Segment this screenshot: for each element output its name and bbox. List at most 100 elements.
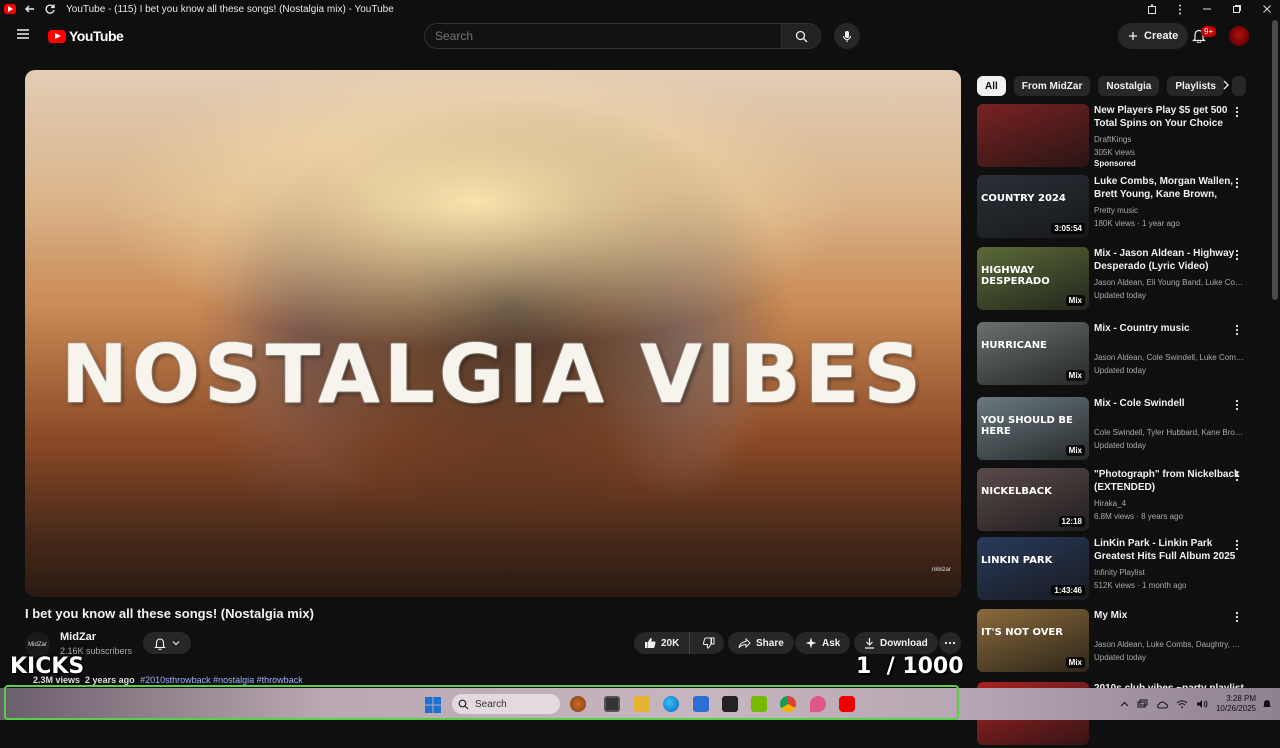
- recommendation-thumbnail[interactable]: IT'S NOT OVER Mix: [977, 609, 1089, 672]
- store-icon[interactable]: [693, 696, 709, 712]
- recommendation-thumbnail[interactable]: HIGHWAY DESPERADO Mix: [977, 247, 1089, 310]
- edge-browser-icon[interactable]: [663, 696, 679, 712]
- restore-icon[interactable]: [1232, 4, 1242, 14]
- recommendation-item[interactable]: LINKIN PARK 1:43:46 LinKin Park - Linkin P…: [977, 537, 1257, 603]
- youtube-app-icon[interactable]: [839, 696, 855, 712]
- recommendation-item[interactable]: YOU SHOULD BE HERE Mix Mix - Cole Swindell…: [977, 397, 1257, 463]
- share-button[interactable]: Share: [728, 632, 794, 654]
- chip-nostalgia[interactable]: Nostalgia: [1098, 76, 1160, 96]
- taskbar-clock[interactable]: 3:28 PM 10/26/2025: [1216, 694, 1256, 714]
- recommendation-title[interactable]: New Players Play $5 get 500 Total Spins …: [1094, 104, 1244, 130]
- hamburger-menu-icon[interactable]: [16, 28, 30, 40]
- download-label: Download: [880, 637, 928, 649]
- recommendation-thumbnail[interactable]: [977, 104, 1089, 167]
- channel-name[interactable]: MidZar: [60, 631, 96, 643]
- volume-icon[interactable]: [1196, 699, 1208, 709]
- recommendation-thumbnail[interactable]: NICKELBACK 12:18: [977, 468, 1089, 531]
- browser-menu-icon[interactable]: [1178, 4, 1182, 15]
- voice-search-button[interactable]: [834, 23, 860, 49]
- recommendation-thumbnail[interactable]: COUNTRY 2024 3:05:54: [977, 175, 1089, 238]
- maps-pin-icon[interactable]: [810, 696, 826, 712]
- recommendation-title[interactable]: Mix - Jason Aldean - Highway Desperado (…: [1094, 247, 1244, 273]
- chip-all[interactable]: All: [977, 76, 1006, 96]
- subscription-notifications-button[interactable]: [143, 632, 191, 654]
- taskbar-search[interactable]: Search: [452, 694, 560, 714]
- youtube-header: YouTube Create 9+: [0, 18, 1280, 56]
- minimize-icon[interactable]: [1202, 4, 1212, 14]
- more-vertical-icon[interactable]: [1235, 470, 1239, 482]
- plus-icon: [1128, 31, 1138, 41]
- recommendation-thumbnail[interactable]: YOU SHOULD BE HERE Mix: [977, 397, 1089, 460]
- extensions-icon[interactable]: [1147, 4, 1158, 15]
- recommendation-item[interactable]: New Players Play $5 get 500 Total Spins …: [977, 104, 1257, 170]
- hashtags[interactable]: #2010sthrowback #nostalgia #throwback: [140, 675, 303, 685]
- recommendation-title[interactable]: Mix - Country music: [1094, 322, 1244, 335]
- recommendation-stats: Updated today: [1094, 441, 1147, 450]
- taskbar-widget-icon[interactable]: [570, 696, 586, 712]
- like-button[interactable]: 20K: [634, 632, 691, 654]
- more-vertical-icon[interactable]: [1235, 399, 1239, 411]
- recommendation-title[interactable]: LinKin Park - Linkin Park Greatest Hits …: [1094, 537, 1244, 563]
- recommendation-title[interactable]: My Mix: [1094, 609, 1244, 622]
- chrome-icon[interactable]: [780, 696, 796, 712]
- recommendation-item[interactable]: COUNTRY 2024 3:05:54 Luke Combs, Morgan Wa…: [977, 175, 1257, 241]
- like-dislike-group: 20K: [634, 632, 724, 654]
- recommendation-item[interactable]: HURRICANE Mix Mix - Country music Jason Ald…: [977, 322, 1257, 388]
- recommendation-stats: Updated today: [1094, 653, 1147, 662]
- video-duration-badge: 3:05:54: [1051, 223, 1085, 234]
- recommendation-channel: Pretty music: [1094, 206, 1139, 215]
- more-vertical-icon[interactable]: [1235, 177, 1239, 189]
- tray-chevron-up-icon[interactable]: [1120, 701, 1129, 707]
- recommendation-thumbnail[interactable]: HURRICANE Mix: [977, 322, 1089, 385]
- video-overlay-title: NOSTALGIA VIBES: [61, 328, 925, 421]
- search-icon: [795, 30, 808, 43]
- recommendation-title[interactable]: Luke Combs, Morgan Wallen, Brett Young, …: [1094, 175, 1244, 201]
- close-window-icon[interactable]: [1262, 4, 1272, 14]
- wifi-icon[interactable]: [1176, 699, 1188, 709]
- more-vertical-icon[interactable]: [1235, 249, 1239, 261]
- like-count: 20K: [661, 637, 680, 649]
- recommendation-stats: 305K views: [1094, 148, 1135, 157]
- youtube-logo[interactable]: YouTube: [48, 28, 124, 44]
- file-explorer-icon[interactable]: [634, 696, 650, 712]
- search-button[interactable]: [781, 23, 821, 49]
- back-arrow-icon[interactable]: [24, 3, 36, 15]
- recommendation-item[interactable]: IT'S NOT OVER Mix My Mix Jason Aldean, Luke…: [977, 609, 1257, 675]
- video-player[interactable]: NOSTALGIA VIBES nkkizar: [25, 70, 961, 597]
- more-actions-button[interactable]: [939, 632, 961, 654]
- player-watermark: nkkizar: [931, 567, 951, 573]
- ask-button[interactable]: Ask: [795, 632, 851, 654]
- nvidia-icon[interactable]: [751, 696, 767, 712]
- network-icon[interactable]: [1137, 699, 1148, 710]
- more-vertical-icon[interactable]: [1235, 539, 1239, 551]
- chip-from-channel[interactable]: From MidZar: [1013, 76, 1091, 96]
- account-avatar[interactable]: [1229, 26, 1249, 46]
- page-scrollbar[interactable]: [1272, 20, 1278, 300]
- recommendation-title[interactable]: "Photograph" from Nickelback (EXTENDED): [1094, 468, 1244, 494]
- windows-start-icon[interactable]: [425, 697, 441, 713]
- more-vertical-icon[interactable]: [1235, 611, 1239, 623]
- download-button[interactable]: Download: [854, 632, 938, 654]
- sponsored-label: Sponsored: [1094, 159, 1136, 168]
- recommendation-title[interactable]: Mix - Cole Swindell: [1094, 397, 1244, 410]
- recommendation-thumbnail[interactable]: LINKIN PARK 1:43:46: [977, 537, 1089, 600]
- recommendation-item[interactable]: NICKELBACK 12:18 "Photograph" from Nickelb…: [977, 468, 1257, 534]
- more-horizontal-icon: [944, 641, 956, 645]
- search-input[interactable]: [424, 23, 781, 49]
- thumbs-down-icon: [703, 637, 715, 649]
- more-vertical-icon[interactable]: [1235, 106, 1239, 118]
- notification-center-icon[interactable]: [1262, 698, 1272, 709]
- reload-icon[interactable]: [44, 3, 56, 15]
- ask-label: Ask: [822, 637, 841, 649]
- task-view-icon[interactable]: [604, 696, 620, 712]
- chip-playlists[interactable]: Playlists: [1167, 76, 1224, 96]
- recommendation-stats: 180K views · 1 year ago: [1094, 219, 1180, 228]
- dislike-button[interactable]: [695, 637, 723, 649]
- recommendation-item[interactable]: HIGHWAY DESPERADO Mix Mix - Jason Aldean -…: [977, 247, 1257, 313]
- create-button[interactable]: Create: [1118, 23, 1189, 49]
- more-vertical-icon[interactable]: [1235, 324, 1239, 336]
- cloud-icon[interactable]: [1156, 700, 1168, 709]
- epic-games-icon[interactable]: [722, 696, 738, 712]
- chevron-right-icon[interactable]: [1222, 80, 1230, 90]
- chip-partial[interactable]: [1231, 76, 1246, 96]
